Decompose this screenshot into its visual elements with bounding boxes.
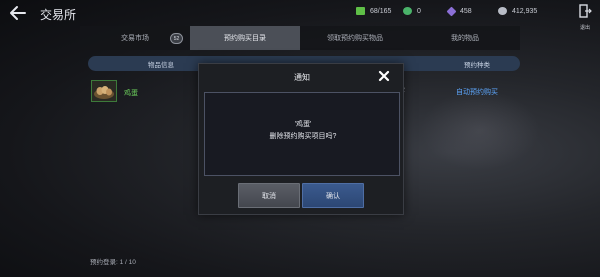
dialog-title: 通知 (294, 73, 310, 82)
item-name: 鸡蛋 (124, 90, 138, 97)
column-item-info: 物品信息 (148, 61, 174, 69)
cancel-button[interactable]: 取消 (238, 183, 300, 208)
confirm-button[interactable]: 确认 (302, 183, 364, 208)
back-arrow-icon (10, 6, 26, 20)
resource-energy: 68/165 (356, 5, 391, 17)
egg-item-icon[interactable] (91, 80, 117, 102)
close-icon (378, 70, 390, 82)
close-button[interactable] (377, 69, 391, 83)
tab-bar: 交易市场 预约购买目录 领取预约购买物品 我的物品 (80, 26, 520, 50)
tab-claim-reserved[interactable]: 领取预约购买物品 (300, 26, 410, 50)
tab-my-items[interactable]: 我的物品 (410, 26, 520, 50)
energy-icon (356, 7, 365, 15)
auto-reserve-link[interactable]: 自动预约购买 (456, 87, 498, 97)
exit-door-icon (579, 4, 592, 18)
tab-reserve-catalog[interactable]: 预约购买目录 (190, 26, 300, 50)
page-title: 交易所 (40, 8, 77, 22)
egg-basket-icon (94, 86, 114, 99)
gem-icon (446, 6, 457, 16)
reserve-registration-count: 预约登录: 1 / 10 (90, 259, 136, 266)
tab-count-badge: 52 (170, 33, 183, 44)
coin-icon (403, 7, 412, 15)
dialog-message-box: '鸡蛋' 删除预约购买项目吗? (204, 92, 400, 176)
exit-button[interactable]: 退出 (576, 4, 594, 31)
silver-icon (498, 7, 507, 15)
dialog-item-name: '鸡蛋' (294, 121, 312, 128)
resource-gem: 458 (446, 5, 472, 17)
notice-dialog: 通知 '鸡蛋' 删除预约购买项目吗? 取消 确认 (198, 63, 404, 215)
column-reserve-type: 预约种类 (464, 61, 490, 69)
resource-coin: 0 (403, 5, 421, 17)
background-rock (420, 90, 540, 170)
dialog-question: 删除预约购买项目吗? (269, 133, 337, 140)
top-bar: 交易所 68/165 0 458 412,935 退出 (0, 0, 600, 31)
resource-silver: 412,935 (498, 5, 537, 17)
exit-label: 退出 (579, 25, 590, 31)
back-button[interactable] (8, 4, 28, 22)
